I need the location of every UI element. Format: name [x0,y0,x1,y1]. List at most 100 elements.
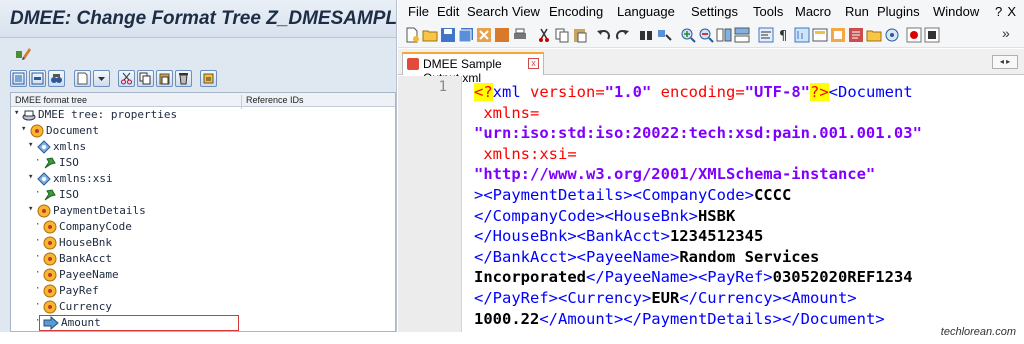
tree-node-label: xmlns [53,140,87,153]
redo-icon[interactable] [614,27,630,43]
sap-title-bar: DMEE: Change Format Tree Z_DMESAMPLE_XML [0,0,397,38]
tree-node-house-bank[interactable]: · HouseBnk [11,235,395,251]
close-file-icon[interactable] [476,27,492,43]
save-icon[interactable] [440,27,456,43]
code-token: xmlns:xsi= [474,144,577,163]
udl-icon[interactable] [812,27,828,43]
monitoring-icon[interactable] [884,27,900,43]
menu-macro[interactable]: Macro [795,4,831,19]
expand-toggle[interactable]: ▾ [28,140,36,150]
tree-node-payee-name[interactable]: · PayeeName [11,267,395,283]
find-button[interactable] [48,70,65,87]
document-tab[interactable]: DMEE Sample Output.xml x [402,52,544,85]
open-file-icon[interactable] [422,27,438,43]
toolbar-overflow-icon[interactable]: » [1002,25,1018,41]
menu-help[interactable]: ? [995,4,1002,19]
tree-node-label: PayRef [59,284,99,297]
tree-node-payment-details[interactable]: ▾ PaymentDetails [11,203,395,219]
menu-window[interactable]: Window [933,4,979,19]
settings-button[interactable] [200,70,217,87]
stop-record-icon[interactable] [924,27,940,43]
paste-icon[interactable] [572,27,588,43]
tree-node-currency[interactable]: · Currency [11,299,395,315]
menu-tools[interactable]: Tools [753,4,783,19]
code-token: "UTF-8" [744,83,810,101]
menu-encoding[interactable]: Encoding [549,4,603,19]
menu-plugins[interactable]: Plugins [877,4,920,19]
zoom-out-icon[interactable] [698,27,714,43]
attribute-icon [37,172,51,186]
folder-workspace-icon[interactable] [866,27,882,43]
code-token: EUR [651,289,680,307]
tree-node-document[interactable]: ▾ Document [11,123,395,139]
replace-icon[interactable] [656,27,672,43]
tree-node-label: Amount [61,316,101,329]
expand-toggle[interactable]: ▾ [21,124,29,134]
word-wrap-icon[interactable] [758,27,774,43]
code-token: <Document [828,83,913,101]
code-line: </HouseBnk><BankAcct>1234512345 [474,226,763,247]
sync-v-icon[interactable] [716,27,732,43]
expand-toggle[interactable]: ▾ [28,172,36,182]
tree-node-label: HouseBnk [59,236,112,249]
copy-button[interactable] [137,70,154,87]
tree-node-xmlns[interactable]: ▾ xmlns [11,139,395,155]
tree-node-iso[interactable]: · ISO [11,155,395,171]
expand-toggle[interactable]: ▾ [28,204,36,214]
menu-run[interactable]: Run [845,4,869,19]
menu-search[interactable]: Search [467,4,508,19]
dmee-format-tree: DMEE format tree Reference IDs ▾ DMEE tr… [10,92,396,332]
copy-icon[interactable] [554,27,570,43]
find-icon[interactable] [638,27,654,43]
tree-node-label: PayeeName [59,268,119,281]
save-all-icon[interactable] [458,27,474,43]
show-all-chars-icon[interactable]: ¶ [776,27,792,44]
node-icon [43,268,57,282]
new-button[interactable] [74,70,91,87]
close-all-icon[interactable] [494,27,510,43]
print-icon[interactable] [512,27,528,43]
code-token: 03052020REF1234 [772,268,913,287]
paste-button[interactable] [156,70,173,87]
delete-button[interactable] [175,70,192,87]
undo-icon[interactable] [596,27,612,43]
tree-node-amount[interactable]: · Amount [11,315,395,331]
function-list-icon[interactable] [848,27,864,43]
tab-close-icon[interactable]: x [528,58,539,69]
npp-toolbar: ¶ » [398,22,1024,48]
menu-language[interactable]: Language [617,4,675,19]
tree-node-pay-ref[interactable]: · PayRef [11,283,395,299]
node-icon [43,300,57,314]
code-editor[interactable]: <?xml version="1.0" encoding="UTF-8"?><D… [474,76,1024,332]
menu-file[interactable]: File [408,4,429,19]
zoom-in-icon[interactable] [680,27,696,43]
close-icon[interactable]: X [1007,4,1016,19]
tree-node-root[interactable]: ▾ DMEE tree: properties [11,107,395,123]
menu-settings[interactable]: Settings [691,4,738,19]
expand-toggle[interactable]: ▾ [14,108,22,118]
sync-h-icon[interactable] [734,27,750,43]
node-icon [30,124,44,138]
new-file-icon[interactable] [404,27,420,43]
doc-map-icon[interactable] [830,27,846,43]
menu-edit[interactable]: Edit [437,4,459,19]
record-macro-icon[interactable] [906,27,922,43]
dropdown-button[interactable] [93,70,110,87]
tree-node-company-code[interactable]: · CompanyCode [11,219,395,235]
display-change-icon[interactable] [14,44,32,62]
tab-scroll-arrows[interactable]: ◂ ▸ [992,55,1018,69]
cut-icon[interactable] [536,27,552,43]
npp-tab-bar: DMEE Sample Output.xml x ◂ ▸ [398,49,1024,85]
collapse-all-button[interactable] [29,70,46,87]
code-line: xmlns= [474,103,539,124]
indent-guide-icon[interactable] [794,27,810,43]
expand-all-button[interactable] [10,70,27,87]
code-token: 1234512345 [669,227,764,246]
tree-node-xmlns-xsi[interactable]: ▾ xmlns:xsi [11,171,395,187]
menu-view[interactable]: View [512,4,540,19]
tree-node-bank-account[interactable]: · BankAcct [11,251,395,267]
code-token: version= [520,83,605,101]
cut-button[interactable] [118,70,135,87]
sap-window-title: DMEE: Change Format Tree Z_DMESAMPLE_XML [10,8,397,29]
tree-node-iso[interactable]: · ISO [11,187,395,203]
